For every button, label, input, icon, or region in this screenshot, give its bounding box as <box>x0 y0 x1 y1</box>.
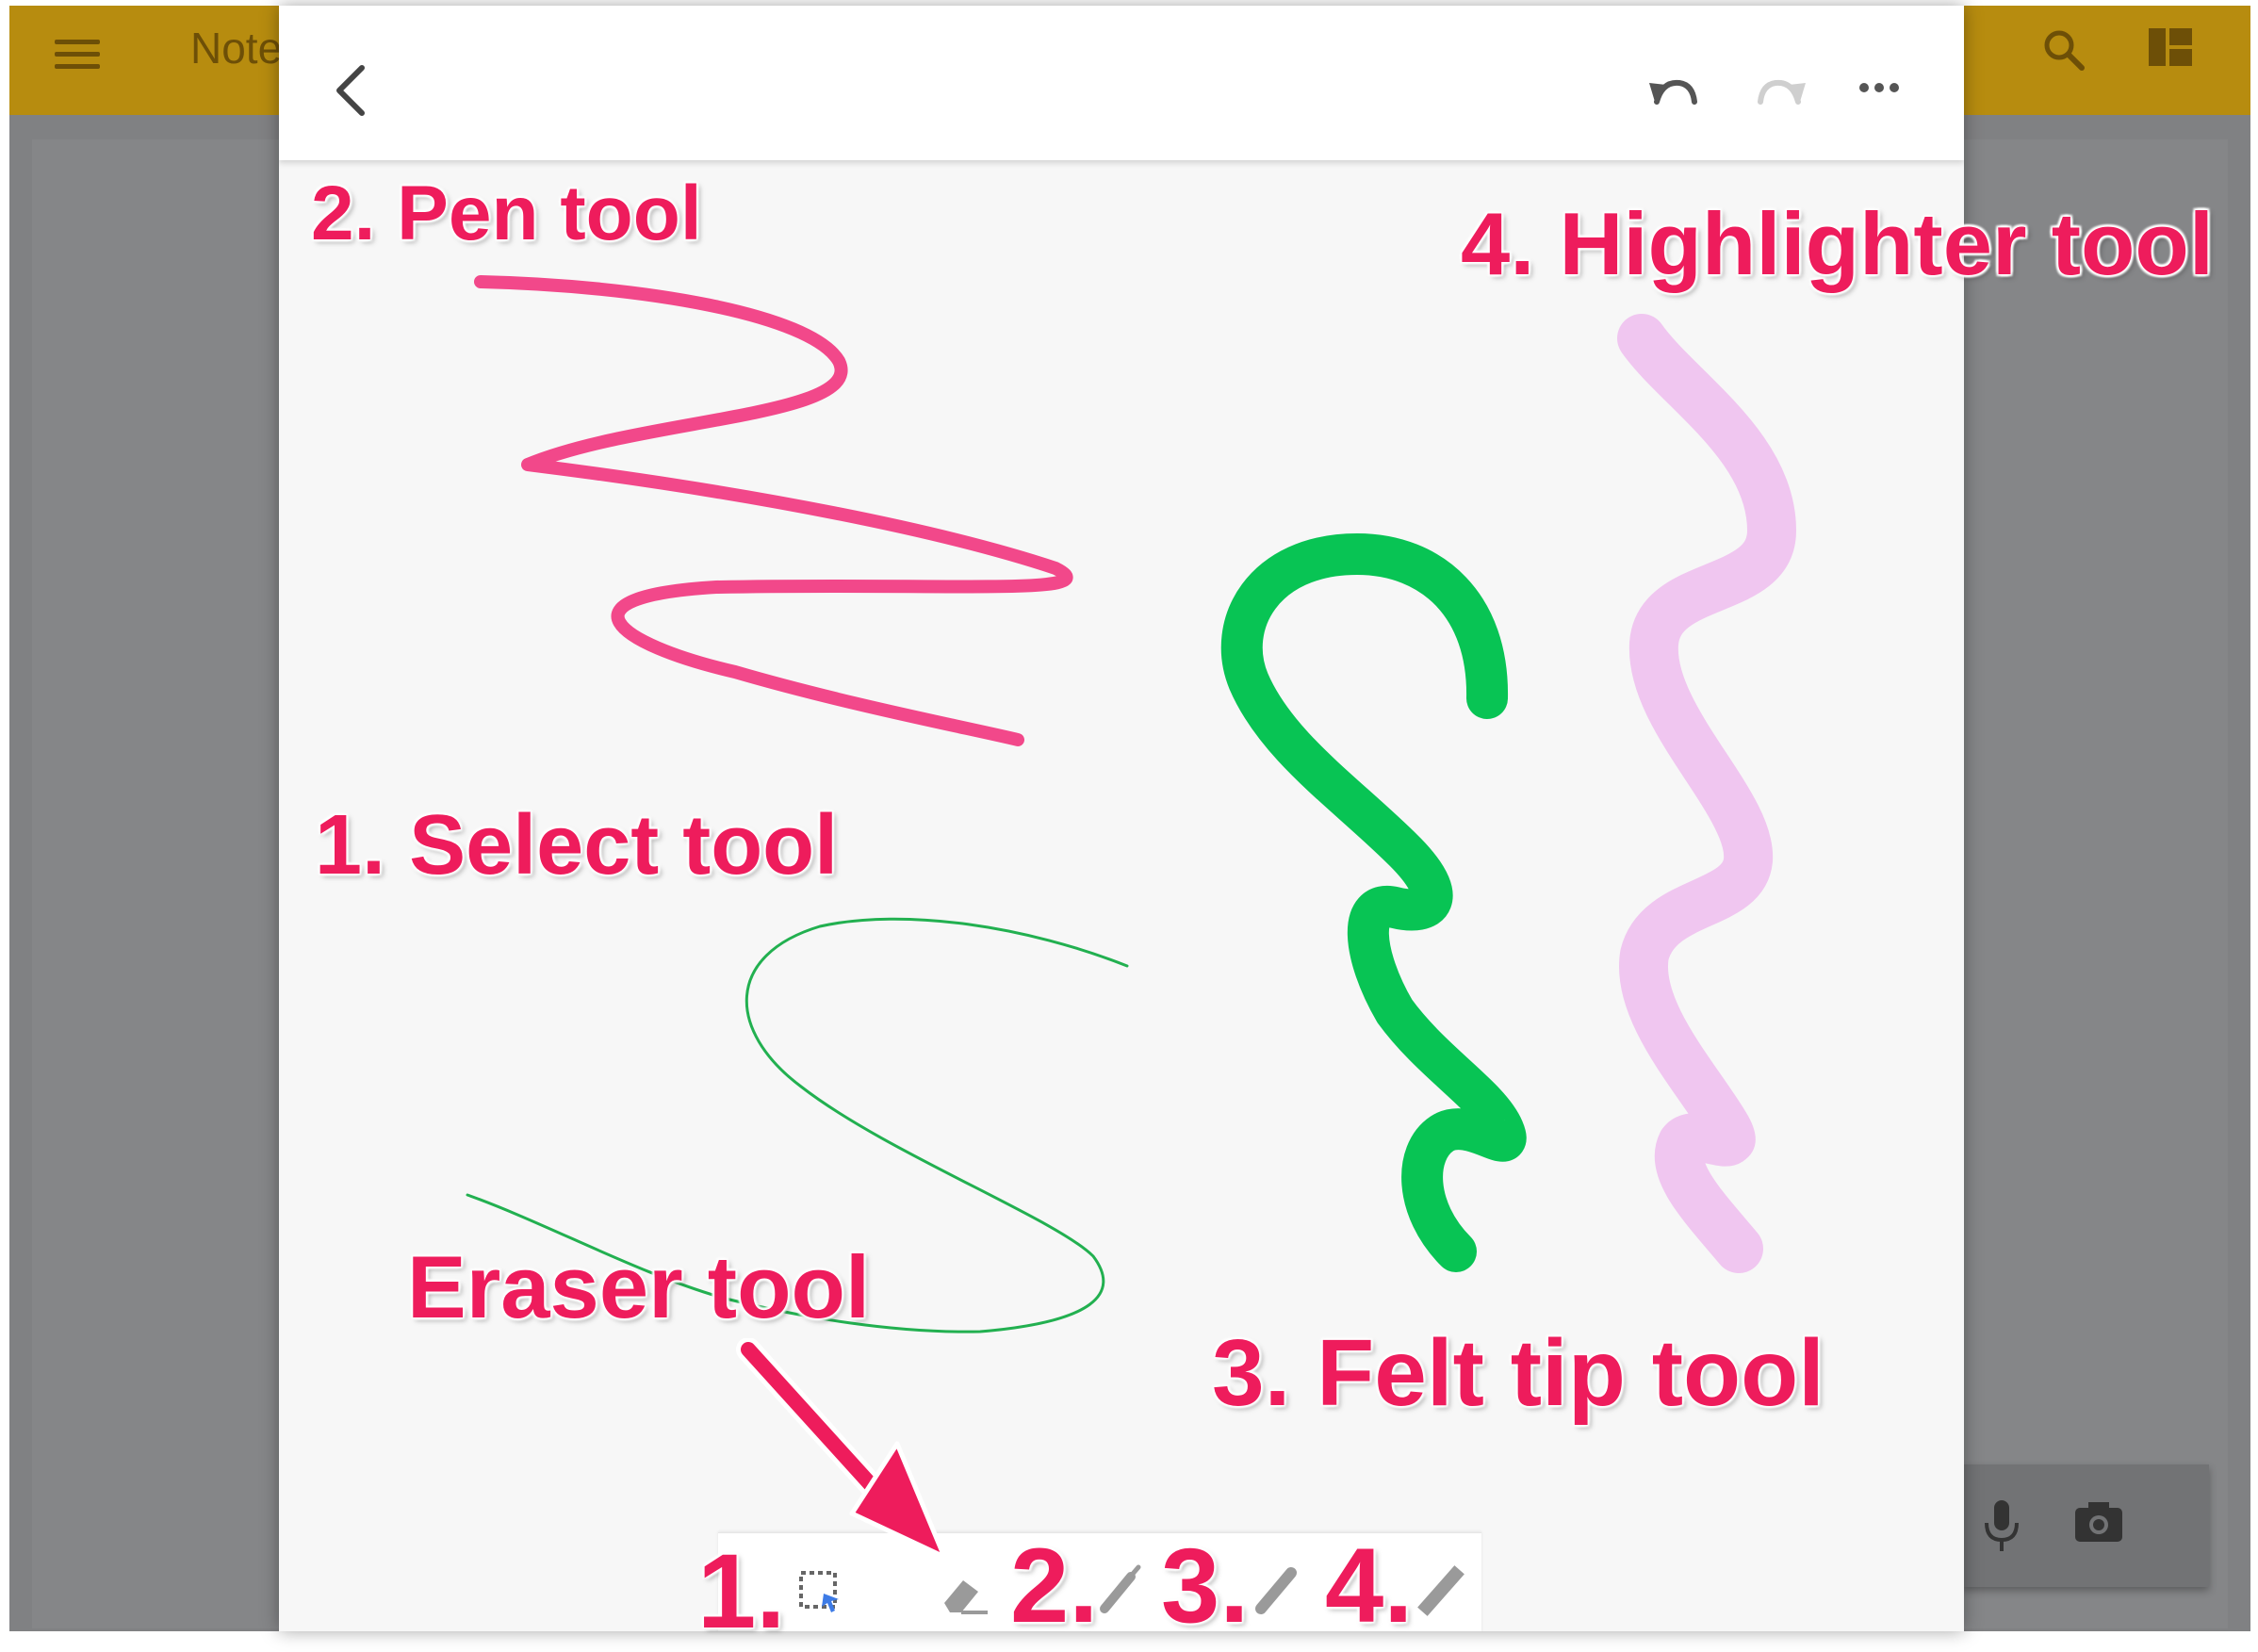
felt-tip-stroke <box>1220 533 1527 1272</box>
select-tool-label: 1. Select tool <box>315 798 839 892</box>
toolbar-label-3: 3. <box>1161 1527 1250 1644</box>
felt-tip-tool-label: 3. Felt tip tool <box>1212 1320 1824 1426</box>
select-icon[interactable] <box>797 1569 843 1619</box>
eraser-tool-label: Eraser tool <box>407 1237 871 1336</box>
grid-layout-icon[interactable] <box>2149 28 2192 71</box>
search-icon[interactable] <box>2040 26 2087 78</box>
toolbar-label-4: 4. <box>1325 1527 1414 1644</box>
pen-stroke <box>474 275 1073 746</box>
highlighter-icon[interactable] <box>1417 1563 1464 1621</box>
highlighter-tool-label: 4. Highlighter tool <box>1461 194 2214 293</box>
toolbar-label-2: 2. <box>1010 1527 1099 1644</box>
pen-tool-label: 2. Pen tool <box>311 171 702 256</box>
camera-icon[interactable] <box>2073 1500 2124 1548</box>
toolbar-label-1: 1. <box>697 1532 786 1650</box>
felt-tip-icon[interactable] <box>1253 1563 1301 1621</box>
microphone-icon[interactable] <box>1981 1498 2022 1560</box>
eraser-icon[interactable] <box>941 1575 991 1621</box>
highlighter-stroke <box>1617 314 1796 1273</box>
pen-icon[interactable] <box>1097 1563 1142 1621</box>
menu-icon[interactable] <box>55 32 100 77</box>
note-input-bar <box>1962 1464 2209 1587</box>
app-title: Note <box>190 24 283 73</box>
